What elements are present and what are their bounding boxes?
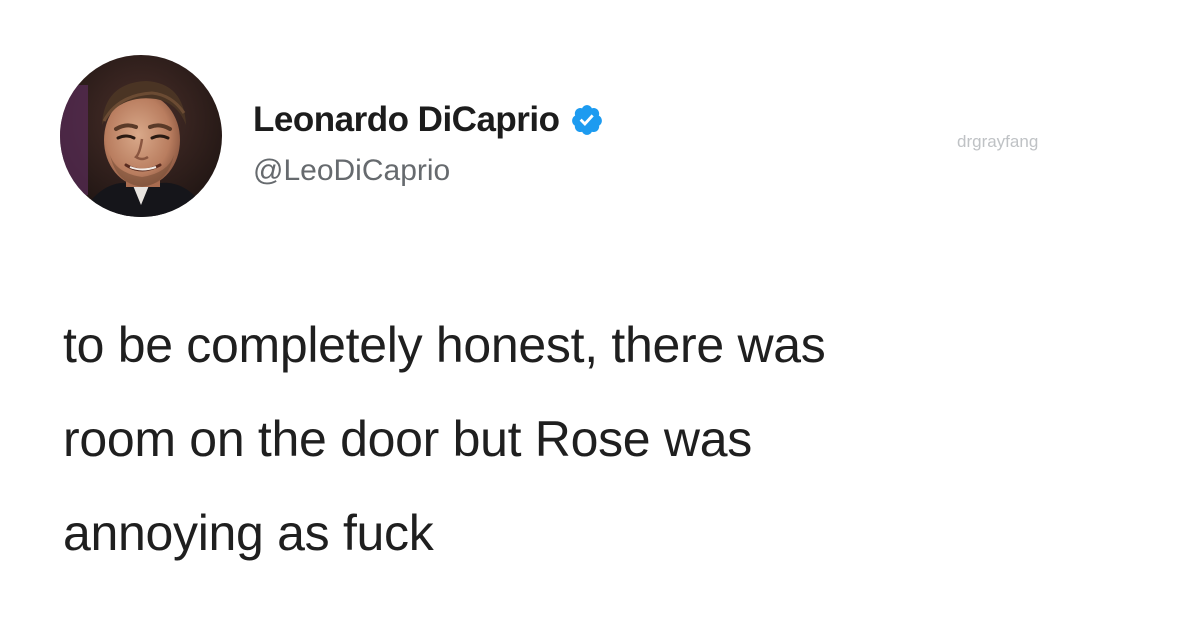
author-name-row: Leonardo DiCaprio xyxy=(253,98,604,142)
tweet-text-line: annoying as fuck xyxy=(63,505,434,561)
display-name[interactable]: Leonardo DiCaprio xyxy=(253,100,560,140)
author-handle[interactable]: @LeoDiCaprio xyxy=(253,154,450,188)
avatar[interactable] xyxy=(60,55,222,217)
tweet-card: Leonardo DiCaprio @LeoDiCaprio drgrayfan… xyxy=(0,0,1200,621)
watermark: drgrayfang xyxy=(957,132,1039,151)
tweet-text-line: to be completely honest, there was xyxy=(63,317,826,373)
verified-check-icon xyxy=(570,103,604,137)
tweet-text: to be completely honest, there was room … xyxy=(63,298,1143,580)
tweet-text-line: room on the door but Rose was xyxy=(63,411,752,467)
avatar-photo xyxy=(60,55,222,217)
